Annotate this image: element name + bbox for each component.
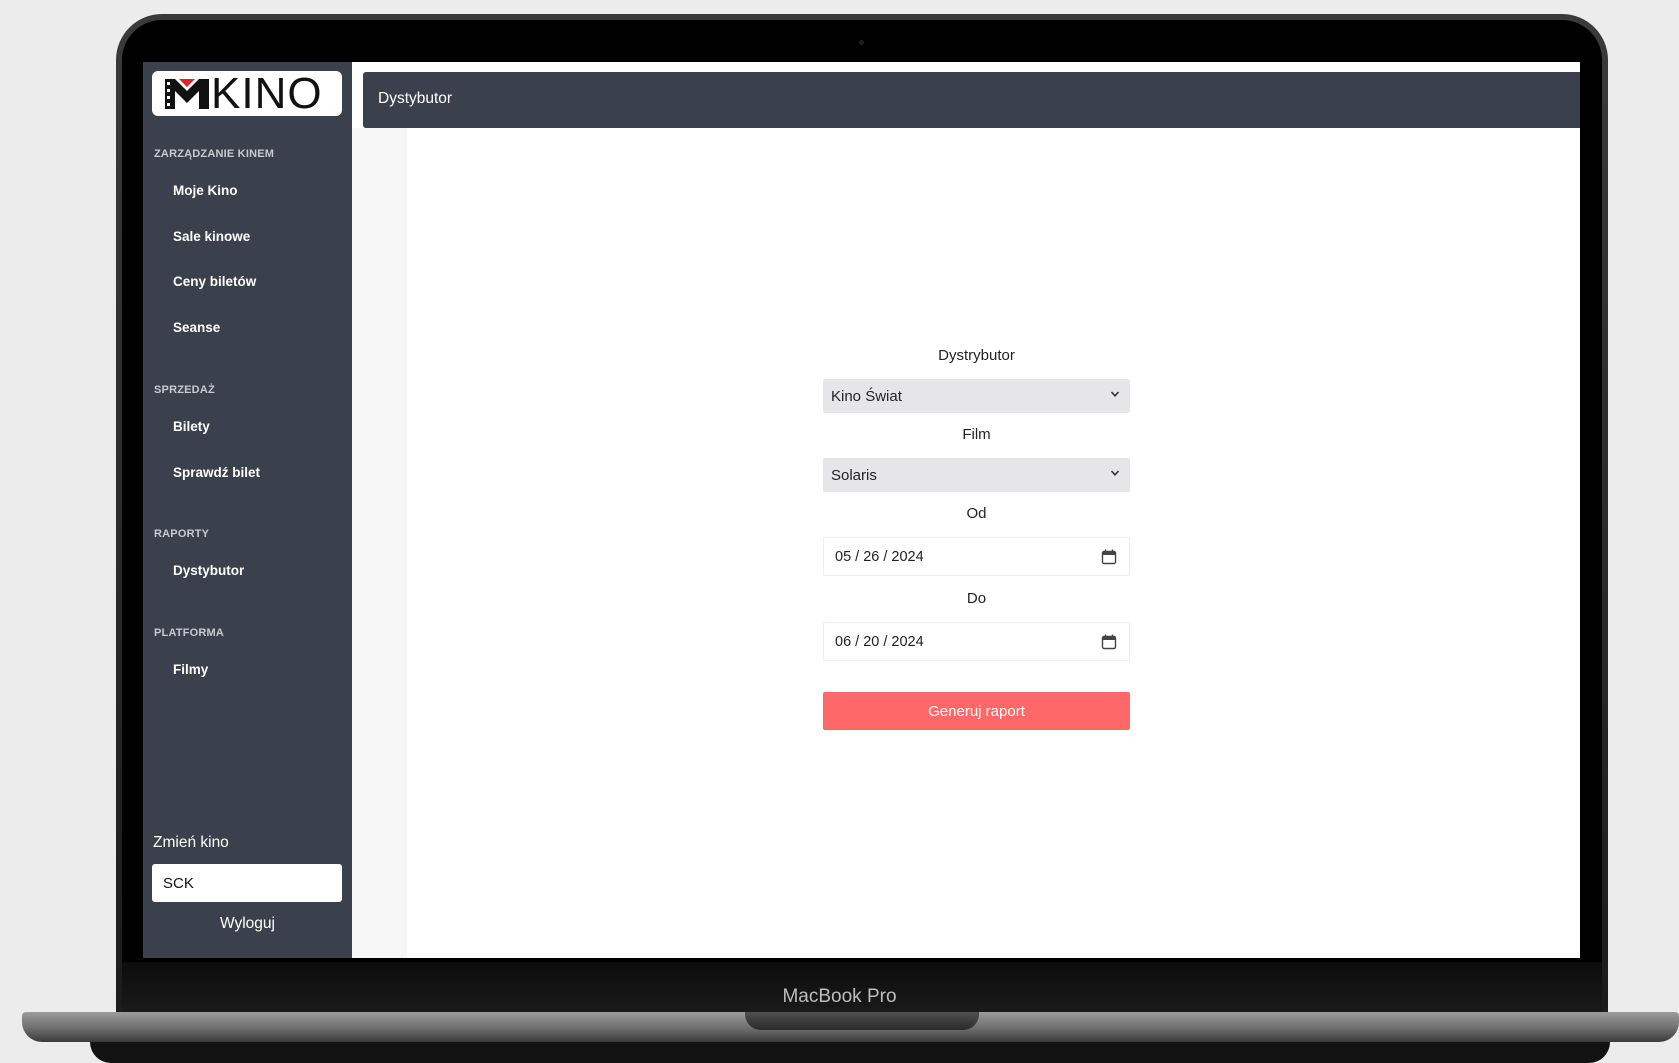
nav-item-my-cinema[interactable]: Moje Kino xyxy=(173,183,238,198)
laptop-notch xyxy=(745,1012,979,1030)
device-label: MacBook Pro xyxy=(782,986,897,1007)
film-select-value: Solaris xyxy=(831,466,877,484)
nav-item-check-ticket[interactable]: Sprawdź bilet xyxy=(173,465,260,480)
section-title-sales: SPRZEDAŻ xyxy=(154,384,215,396)
distributor-select[interactable]: Kino Świat xyxy=(823,379,1130,413)
calendar-icon[interactable] xyxy=(1101,634,1117,650)
cinema-input[interactable] xyxy=(152,864,342,902)
nav-item-halls[interactable]: Sale kinowe xyxy=(173,229,250,244)
change-cinema-label: Zmień kino xyxy=(153,834,229,851)
nav-item-films[interactable]: Filmy xyxy=(173,662,208,677)
from-label: Od xyxy=(966,505,987,522)
to-label: Do xyxy=(966,590,987,607)
to-date-input[interactable]: 06 / 20 / 2024 xyxy=(823,622,1130,661)
nav-item-tickets[interactable]: Bilety xyxy=(173,419,210,434)
chevron-down-icon xyxy=(1110,470,1120,476)
content-gutter xyxy=(352,128,407,958)
laptop-bottom xyxy=(90,1042,1610,1063)
generate-report-button[interactable]: Generuj raport xyxy=(823,692,1130,730)
distributor-select-value: Kino Świat xyxy=(831,387,902,405)
page-header: Dystybutor xyxy=(363,72,1580,128)
from-date-value: 05 / 26 / 2024 xyxy=(835,548,924,565)
logout-link[interactable]: Wyloguj xyxy=(143,915,352,933)
page-title: Dystybutor xyxy=(378,90,453,107)
film-label: Film xyxy=(962,426,991,443)
calendar-icon[interactable] xyxy=(1101,549,1117,565)
nav-item-distributor[interactable]: Dystybutor xyxy=(173,563,244,578)
nav-item-screenings[interactable]: Seanse xyxy=(173,320,220,335)
film-select[interactable]: Solaris xyxy=(823,458,1130,492)
section-title-cinema-management: ZARZĄDZANIE KINEM xyxy=(154,148,275,160)
chevron-down-icon xyxy=(1110,391,1120,397)
section-title-reports: RAPORTY xyxy=(154,528,210,540)
nav-item-ticket-prices[interactable]: Ceny biletów xyxy=(173,274,256,289)
film-logo-icon xyxy=(165,78,209,109)
distributor-label: Dystrybutor xyxy=(938,347,1015,364)
logo-text: KINO xyxy=(211,68,323,118)
sidebar: KINO ZARZĄDZANIE KINEM Moje Kino Sale ki… xyxy=(143,62,352,958)
logo[interactable]: KINO xyxy=(152,71,342,116)
section-title-platform: PLATFORMA xyxy=(154,627,225,639)
app-screen: KINO ZARZĄDZANIE KINEM Moje Kino Sale ki… xyxy=(143,62,1580,958)
to-date-value: 06 / 20 / 2024 xyxy=(835,633,924,650)
camera-icon xyxy=(859,40,864,45)
from-date-input[interactable]: 05 / 26 / 2024 xyxy=(823,537,1130,576)
